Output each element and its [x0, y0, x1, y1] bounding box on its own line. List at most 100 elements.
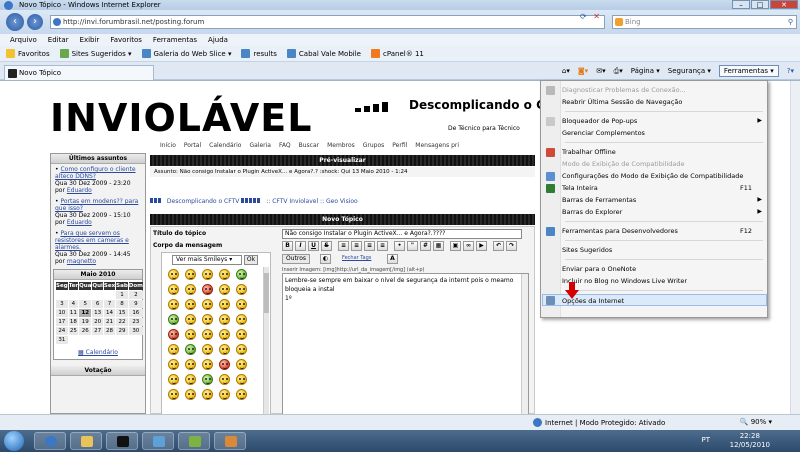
breadcrumb-item[interactable]: Geo Visioo: [326, 198, 358, 205]
smiley-icon[interactable]: [202, 329, 213, 340]
nav-grupos[interactable]: Grupos: [363, 142, 385, 149]
smiley-icon[interactable]: [236, 299, 247, 310]
calendar-date[interactable]: 15: [116, 309, 128, 317]
justify-button[interactable]: ≡: [377, 241, 388, 251]
calendar-date[interactable]: 27: [92, 327, 103, 335]
outros-button[interactable]: Outros: [282, 254, 310, 264]
menu-item[interactable]: Barras de Ferramentas ▶: [562, 194, 766, 206]
smiley-icon[interactable]: [168, 314, 179, 325]
align-center-button[interactable]: ≡: [351, 241, 362, 251]
smiley-icon[interactable]: [219, 299, 230, 310]
color-button[interactable]: ◐: [320, 254, 331, 264]
smiley-icon[interactable]: [236, 344, 247, 355]
smiley-icon[interactable]: [202, 314, 213, 325]
smiley-icon[interactable]: [185, 299, 196, 310]
calendar-date[interactable]: 28: [103, 327, 116, 335]
url-field[interactable]: http://invi.forumbrasil.net/posting.foru…: [50, 15, 605, 29]
search-icon[interactable]: ⚲: [788, 16, 793, 28]
smiley-icon[interactable]: [202, 344, 213, 355]
back-button[interactable]: ‹: [6, 13, 24, 31]
nav-galeria[interactable]: Galeria: [249, 142, 271, 149]
smiley-icon[interactable]: [168, 299, 179, 310]
smiley-icon[interactable]: [185, 329, 196, 340]
nav-mensagens[interactable]: Mensagens pri: [415, 142, 459, 149]
calendar-date[interactable]: 2: [128, 291, 143, 299]
table-button[interactable]: ▦: [433, 241, 444, 251]
image-button[interactable]: ▣: [450, 241, 461, 251]
align-right-button[interactable]: ≡: [364, 241, 375, 251]
menu-item[interactable]: Modo de Exibição de Compatibilidade: [562, 158, 766, 170]
smiley-icon[interactable]: [185, 359, 196, 370]
calendar-date[interactable]: 7: [103, 300, 116, 308]
tab-novo-topico[interactable]: Novo Tópico: [4, 65, 154, 80]
smiley-icon[interactable]: [219, 389, 230, 400]
calendar-date[interactable]: 8: [116, 300, 128, 308]
smiley-icon[interactable]: [219, 284, 230, 295]
menu-item[interactable]: Sites Sugeridos: [562, 244, 766, 256]
smiley-icon[interactable]: [202, 284, 213, 295]
taskbar-remote[interactable]: [142, 432, 174, 450]
clock[interactable]: 22:28 12/05/2010: [730, 432, 770, 450]
nav-calendario[interactable]: Calendário: [209, 142, 241, 149]
calendar-date[interactable]: 1: [116, 291, 128, 299]
smiley-icon[interactable]: [185, 344, 196, 355]
calendar-date[interactable]: 4: [68, 300, 79, 308]
bold-button[interactable]: B: [282, 241, 293, 251]
calendar-date[interactable]: 14: [103, 309, 116, 317]
minimize-button[interactable]: –: [732, 0, 750, 9]
smiley-scrollbar[interactable]: [263, 267, 269, 414]
calendar-date[interactable]: 29: [116, 327, 128, 335]
menu-item[interactable]: Enviar para o OneNote: [562, 263, 766, 275]
post-link[interactable]: Para que servem os resistores em cameras…: [55, 230, 129, 251]
editor-scrollbar[interactable]: [521, 274, 528, 414]
smiley-ok-button[interactable]: Ok: [244, 255, 258, 265]
title-input[interactable]: Não consigo Instalar o Plugin ActiveX...…: [282, 229, 522, 239]
post-author[interactable]: Eduardo: [67, 187, 92, 194]
calendar-date[interactable]: 25: [68, 327, 79, 335]
calendar-date[interactable]: 11: [68, 309, 79, 317]
smiley-icon[interactable]: [168, 269, 179, 280]
video-button[interactable]: ▶: [476, 241, 487, 251]
calendar-date[interactable]: 22: [116, 318, 128, 326]
close-tags-link[interactable]: Fechar Tags: [342, 255, 371, 261]
smiley-icon[interactable]: [202, 389, 213, 400]
calendar-date[interactable]: 30: [128, 327, 143, 335]
smiley-icon[interactable]: [236, 359, 247, 370]
smiley-icon[interactable]: [168, 284, 179, 295]
calendar-date[interactable]: 23: [128, 318, 143, 326]
align-left-button[interactable]: ≡: [338, 241, 349, 251]
menu-item[interactable]: Gerenciar Complementos: [562, 127, 766, 139]
calendar-date[interactable]: 24: [56, 327, 68, 335]
quote-button[interactable]: ": [407, 241, 418, 251]
smiley-icon[interactable]: [236, 284, 247, 295]
post-author[interactable]: magnetto: [67, 258, 96, 265]
smiley-icon[interactable]: [219, 359, 230, 370]
nav-perfil[interactable]: Perfil: [392, 142, 407, 149]
calendar-date[interactable]: 12: [79, 309, 92, 317]
breadcrumb-item[interactable]: CFTV Inviolavel: [272, 198, 318, 205]
mail-icon[interactable]: ✉▾: [596, 67, 605, 75]
breadcrumb-item[interactable]: Descomplicando o CFTV: [167, 198, 239, 205]
calendar-date[interactable]: 19: [79, 318, 92, 326]
menu-ajuda[interactable]: Ajuda: [208, 36, 228, 44]
menu-exibir[interactable]: Exibir: [80, 36, 100, 44]
menu-arquivo[interactable]: Arquivo: [10, 36, 37, 44]
calendar-date[interactable]: 5: [79, 300, 92, 308]
smiley-icon[interactable]: [168, 359, 179, 370]
smiley-icon[interactable]: [219, 314, 230, 325]
menu-item[interactable]: Ferramentas para Desenvolvedores F12: [562, 225, 766, 237]
smiley-icon[interactable]: [219, 374, 230, 385]
italic-button[interactable]: I: [295, 241, 306, 251]
list-button[interactable]: •: [394, 241, 405, 251]
menu-item[interactable]: Bloqueador de Pop-ups ▶: [562, 115, 766, 127]
menu-item[interactable]: Barras do Explorer ▶: [562, 206, 766, 218]
taskbar-ie[interactable]: [34, 432, 66, 450]
smiley-icon[interactable]: [202, 359, 213, 370]
menu-item[interactable]: Tela Inteira F11: [562, 182, 766, 194]
calendar-date[interactable]: 13: [92, 309, 103, 317]
smiley-icon[interactable]: [185, 389, 196, 400]
smiley-icon[interactable]: [185, 314, 196, 325]
smiley-icon[interactable]: [219, 329, 230, 340]
calendar-date[interactable]: 21: [103, 318, 116, 326]
zoom-level[interactable]: 🔍 90% ▾: [740, 418, 772, 426]
